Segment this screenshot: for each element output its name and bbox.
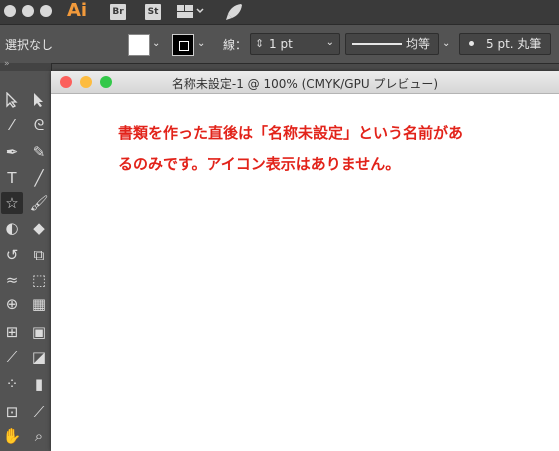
stroke-profile-line-icon — [352, 43, 402, 45]
blend-tool-icon[interactable]: ◪ — [28, 346, 50, 368]
zoom-tool-icon[interactable]: ⌕ — [28, 425, 50, 447]
stroke-chevron-icon[interactable]: ⌄ — [197, 38, 205, 49]
artboard-tool-icon[interactable]: ⊡ — [1, 401, 23, 423]
direct-selection-tool-icon[interactable] — [28, 89, 50, 111]
stroke-profile-chevron-icon[interactable]: ⌄ — [442, 38, 450, 49]
magic-wand-tool-icon[interactable]: ⁄ — [1, 114, 23, 136]
annotation-line-1: 書類を作った直後は「名称未設定」という名前があ — [118, 124, 464, 142]
paintbrush-tool-icon[interactable]: 🖌 — [28, 192, 50, 214]
stroke-profile-value: 均等 — [406, 37, 431, 51]
selection-tool-icon[interactable] — [1, 89, 23, 111]
gradient-tool-icon[interactable]: ▣ — [28, 321, 50, 343]
pen-tool-icon[interactable]: ✒ — [1, 141, 23, 163]
tools-panel-grip[interactable]: » — [0, 59, 51, 71]
tools-panel: » ⁄ ᘓ ✒ ✎ T ╱ ☆ 🖌 ◐ ◆ ↺ ⧉ ≈ ⬚ ⊕ ▦ ⊞ ▣ ⟋ … — [0, 59, 52, 451]
window-dot-1[interactable] — [4, 5, 16, 17]
brush-field[interactable]: 5 pt. 丸筆 — [459, 33, 551, 55]
document-titlebar[interactable]: 名称未設定-1 @ 100% (CMYK/GPU プレビュー) — [51, 71, 559, 94]
symbol-sprayer-tool-icon[interactable]: ⁘ — [1, 373, 23, 395]
brush-value: 5 pt. 丸筆 — [486, 37, 542, 51]
type-tool-icon[interactable]: T — [1, 167, 23, 189]
curvature-tool-icon[interactable]: ✎ — [28, 141, 50, 163]
brush-dot-icon — [469, 41, 474, 46]
rotate-tool-icon[interactable]: ↺ — [1, 244, 23, 266]
stroke-swatch[interactable] — [172, 34, 194, 56]
stroke-profile-field[interactable]: 均等 — [345, 33, 439, 55]
annotation-line-2: るのみです。アイコン表示はありません。 — [118, 155, 401, 173]
lasso-tool-icon[interactable]: ᘓ — [28, 114, 50, 136]
line-tool-icon[interactable]: ╱ — [28, 167, 50, 189]
annotation-text: 書類を作った直後は「名称未設定」という名前があ るのみです。アイコン表示はありま… — [118, 118, 548, 180]
slice-tool-icon[interactable]: ⟋ — [28, 401, 50, 423]
stroke-weight-chevron-icon[interactable]: ⌄ — [326, 33, 334, 53]
free-transform-tool-icon[interactable]: ⬚ — [28, 269, 50, 291]
stroke-label: 線： — [223, 38, 248, 52]
rocket-icon[interactable] — [225, 3, 243, 21]
perspective-grid-tool-icon[interactable]: ▦ — [28, 293, 50, 315]
column-graph-tool-icon[interactable]: ▮ — [28, 373, 50, 395]
illustrator-logo: Ai — [67, 0, 88, 21]
selection-status-label: 選択なし — [5, 38, 54, 52]
fill-swatch[interactable] — [128, 34, 150, 56]
window-dot-3[interactable] — [40, 5, 52, 17]
shaper-tool-icon[interactable]: ◐ — [1, 217, 23, 239]
eyedropper-tool-icon[interactable]: ⟋ — [1, 346, 23, 368]
mesh-tool-icon[interactable]: ⊞ — [1, 321, 23, 343]
fill-chevron-icon[interactable]: ⌄ — [152, 38, 160, 49]
bridge-button[interactable]: Br — [110, 4, 126, 20]
window-dot-2[interactable] — [22, 5, 34, 17]
stock-button[interactable]: St — [145, 4, 161, 20]
eraser-tool-icon[interactable]: ◆ — [28, 217, 50, 239]
scale-tool-icon[interactable]: ⧉ — [28, 244, 50, 266]
application-bar: Ai Br St — [0, 0, 559, 24]
stroke-weight-value: 1 pt — [269, 37, 293, 51]
document-title: 名称未設定-1 @ 100% (CMYK/GPU プレビュー) — [171, 77, 439, 91]
star-tool-icon[interactable]: ☆ — [1, 192, 23, 214]
width-tool-icon[interactable]: ≈ — [1, 269, 23, 291]
stroke-inner-icon — [179, 41, 189, 51]
control-bar: 選択なし ⌄ ⌄ 線： ⇕ 1 pt ⌄ 均等 ⌄ 5 pt. 丸筆 — [0, 24, 559, 64]
hand-tool-icon[interactable]: ✋ — [1, 425, 23, 447]
workspace-layout-icon[interactable] — [177, 5, 205, 19]
shape-builder-tool-icon[interactable]: ⊕ — [1, 293, 23, 315]
stroke-weight-field[interactable]: ⇕ 1 pt ⌄ — [250, 33, 340, 55]
collapse-icon[interactable]: » — [4, 59, 10, 69]
stroke-stepper-icon[interactable]: ⇕ — [255, 34, 264, 54]
